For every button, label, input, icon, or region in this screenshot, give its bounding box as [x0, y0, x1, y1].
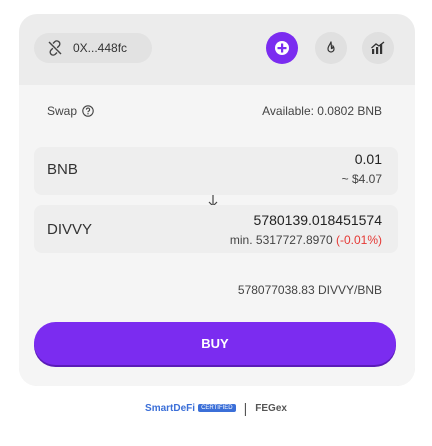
fegex-logo[interactable]: FEGex: [255, 403, 287, 414]
swap-label-group: Swap: [47, 104, 95, 118]
flame-icon: [327, 41, 335, 53]
disconnect-link-icon: [48, 40, 62, 56]
chart-button[interactable]: [362, 32, 394, 64]
min-received-value: min. 5317727.8970: [229, 233, 336, 247]
certified-badge: CERTIFIED: [198, 404, 236, 412]
swap-label: Swap: [47, 104, 78, 118]
min-received-percent: (-0.01%): [335, 233, 382, 247]
wallet-address-button[interactable]: 0X...448fc: [34, 33, 152, 63]
plus-icon: [275, 41, 289, 55]
from-token[interactable]: BNB: [47, 161, 78, 178]
from-row[interactable]: [34, 147, 398, 195]
exchange-rate: 578077038.83 DIVVY/BNB: [237, 283, 382, 297]
from-amount[interactable]: 0.01: [355, 151, 382, 167]
to-token[interactable]: DIVVY: [47, 221, 92, 238]
help-icon[interactable]: [82, 105, 95, 117]
wallet-address: 0X...448fc: [73, 41, 128, 55]
from-usd-value: ~ $4.07: [341, 172, 382, 186]
chart-icon: [371, 41, 385, 54]
available-balance: Available: 0.0802 BNB: [262, 104, 382, 118]
footer: SmartDeFi CERTIFIED | FEGex: [0, 400, 432, 416]
buy-button[interactable]: BUY: [34, 322, 396, 365]
min-received: min. 5317727.8970 (-0.01%): [230, 233, 382, 247]
footer-separator: |: [243, 400, 248, 416]
gas-mode-button[interactable]: [315, 32, 347, 64]
swap-mode-button[interactable]: [266, 32, 298, 64]
to-amount: 5780139.018451574: [253, 212, 382, 228]
smartdefi-logo[interactable]: SmartDeFi: [145, 403, 195, 414]
